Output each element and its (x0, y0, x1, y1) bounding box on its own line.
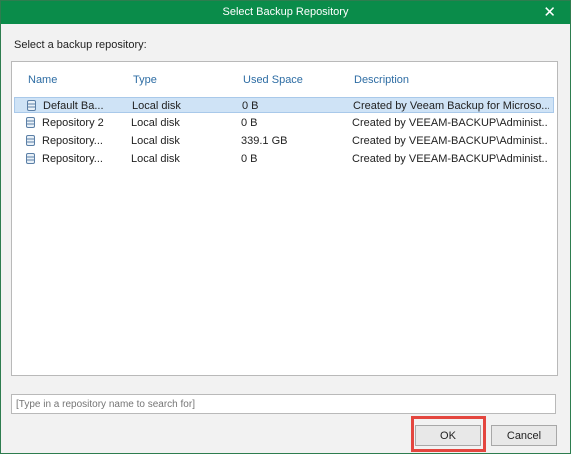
row-type: Local disk (131, 117, 180, 129)
database-icon (26, 153, 35, 164)
row-name: Repository... (42, 135, 103, 147)
window-title: Select Backup Repository (222, 6, 349, 18)
search-field-container (11, 394, 556, 414)
repository-list[interactable]: Name Type Used Space Description Default… (11, 61, 558, 376)
column-header-name[interactable]: Name (28, 74, 57, 86)
row-used-space: 0 B (241, 153, 258, 165)
row-description: Created by VEEAM-BACKUP\Administ... (352, 153, 548, 165)
row-type: Local disk (131, 135, 180, 147)
table-row[interactable]: Repository 2 Local disk 0 B Created by V… (14, 115, 554, 131)
database-icon (26, 135, 35, 146)
table-row[interactable]: Repository... Local disk 339.1 GB Create… (14, 133, 554, 149)
prompt-label: Select a backup repository: (14, 39, 147, 51)
database-icon (27, 100, 36, 111)
database-icon (26, 117, 35, 128)
row-type: Local disk (132, 100, 181, 112)
table-row[interactable]: Repository... Local disk 0 B Created by … (14, 151, 554, 167)
row-used-space: 0 B (241, 117, 258, 129)
select-backup-repository-dialog: Select Backup Repository ✕ Select a back… (0, 0, 571, 454)
row-name: Default Ba... (43, 100, 104, 112)
row-name: Repository 2 (42, 117, 104, 129)
ok-button[interactable]: OK (415, 425, 481, 446)
column-header-description[interactable]: Description (354, 74, 409, 86)
row-description: Created by Veeam Backup for Microso... (353, 100, 549, 112)
title-bar: Select Backup Repository ✕ (1, 1, 570, 24)
row-used-space: 339.1 GB (241, 135, 288, 147)
table-row[interactable]: Default Ba... Local disk 0 B Created by … (14, 97, 554, 113)
repository-search-input[interactable] (12, 395, 555, 413)
row-used-space: 0 B (242, 100, 259, 112)
row-name: Repository... (42, 153, 103, 165)
row-type: Local disk (131, 153, 180, 165)
column-header-type[interactable]: Type (133, 74, 157, 86)
close-icon[interactable]: ✕ (543, 1, 556, 24)
row-description: Created by VEEAM-BACKUP\Administ... (352, 117, 548, 129)
column-header-used-space[interactable]: Used Space (243, 74, 303, 86)
cancel-button[interactable]: Cancel (491, 425, 557, 446)
row-description: Created by VEEAM-BACKUP\Administ... (352, 135, 548, 147)
